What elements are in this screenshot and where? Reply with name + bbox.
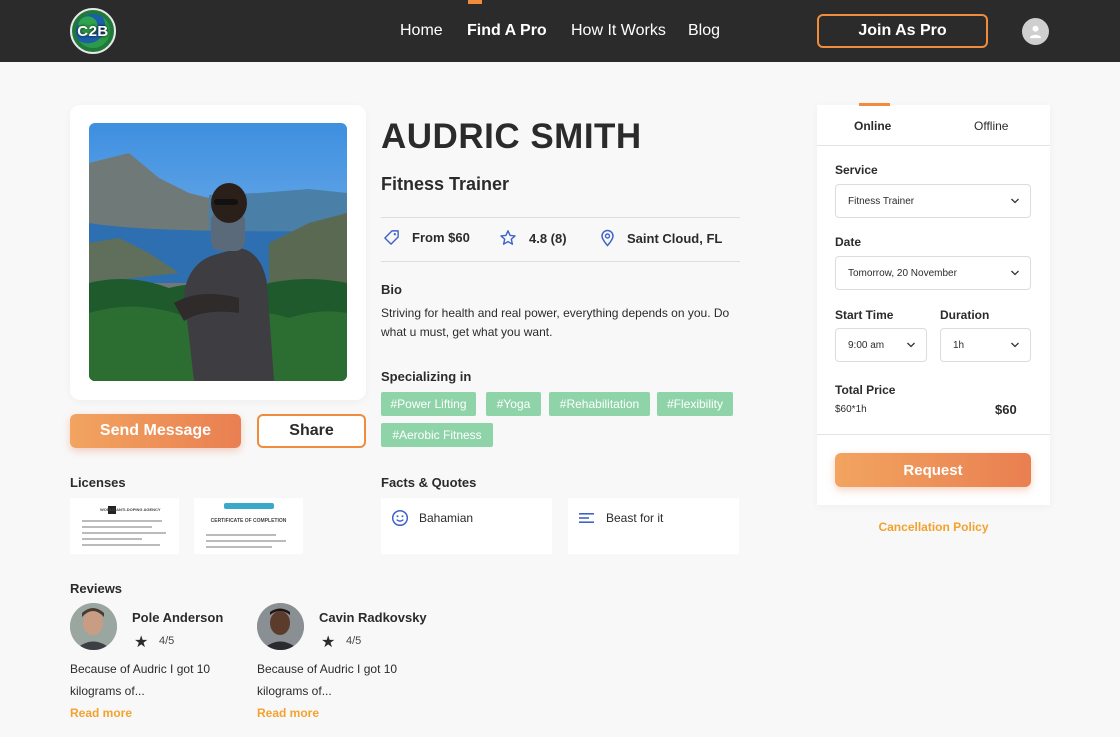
tab-offline[interactable]: Offline <box>974 119 1008 133</box>
review-text: Because of Audric I got 10 kilograms of.… <box>70 662 211 698</box>
divider <box>381 261 740 262</box>
specializing-heading: Specializing in <box>381 369 472 384</box>
license-title: WORLD ANTI-DOPING AGENCY <box>100 507 161 512</box>
review-rating: 4/5 <box>346 635 362 647</box>
rating-text: 4.8 (8) <box>529 230 567 246</box>
rating-info: 4.8 (8) <box>499 229 567 247</box>
read-more-link[interactable]: Read more <box>70 706 132 720</box>
total-price-label: Total Price <box>835 383 896 397</box>
chevron-down-icon <box>1011 198 1019 204</box>
divider <box>817 434 1050 435</box>
profile-photo <box>89 123 347 381</box>
price-info: From $60 <box>383 229 470 246</box>
specialty-tag[interactable]: #Aerobic Fitness <box>381 423 493 447</box>
certificate-logo <box>224 503 274 509</box>
duration-value: 1h <box>953 339 965 351</box>
read-more-link[interactable]: Read more <box>257 706 319 720</box>
duration-label: Duration <box>940 308 990 322</box>
nav-find-a-pro[interactable]: Find A Pro <box>467 0 547 62</box>
bio-text: Striving for health and real power, ever… <box>381 306 730 339</box>
reviewer-name: Pole Anderson <box>132 610 224 625</box>
reviews-heading: Reviews <box>70 581 123 596</box>
logo-text: C2B <box>77 22 109 40</box>
nav-blog[interactable]: Blog <box>688 0 720 62</box>
specialty-tag[interactable]: #Flexibility <box>657 392 733 416</box>
join-as-pro-button[interactable]: Join As Pro <box>817 14 988 48</box>
date-value: Tomorrow, 20 November <box>848 267 957 279</box>
specialty-tag[interactable]: #Rehabilitation <box>549 392 650 416</box>
review-text: Because of Audric I got 10 kilograms of.… <box>257 662 398 698</box>
start-time-select[interactable]: 9:00 am <box>835 328 927 362</box>
chevron-down-icon <box>1011 342 1019 348</box>
review-rating: 4/5 <box>159 635 175 647</box>
price-calculation: $60*1h <box>835 404 867 415</box>
license-document[interactable]: WORLD ANTI-DOPING AGENCY <box>70 498 179 554</box>
location-text: Saint Cloud, FL <box>627 230 723 246</box>
chevron-down-icon <box>907 342 915 348</box>
send-message-button[interactable]: Send Message <box>70 414 241 448</box>
specialty-tag[interactable]: #Power Lifting <box>381 392 476 416</box>
license-title: CERTIFICATE OF COMPLETION <box>210 518 287 524</box>
user-icon <box>1029 25 1042 39</box>
pro-name: AUDRIC SMITH <box>381 117 642 156</box>
fact-text: Beast for it <box>606 511 664 525</box>
active-tab-indicator <box>859 103 890 106</box>
profile-photo-card <box>70 105 366 400</box>
divider <box>381 217 740 218</box>
reviewer-avatar[interactable] <box>70 603 117 650</box>
service-value: Fitness Trainer <box>848 195 915 207</box>
text-lines-icon <box>579 513 594 523</box>
service-label: Service <box>835 163 878 177</box>
total-price: $60 <box>995 402 1017 417</box>
location-info: Saint Cloud, FL <box>600 229 722 247</box>
location-pin-icon <box>601 229 614 247</box>
star-outline-icon <box>500 230 516 245</box>
bio-heading: Bio <box>381 282 402 297</box>
smile-icon <box>391 509 409 527</box>
reviewer-avatar[interactable] <box>257 603 304 650</box>
start-time-label: Start Time <box>835 308 894 322</box>
fact-card: Beast for it <box>568 498 739 554</box>
price-text: From $60 <box>412 230 470 245</box>
facts-heading: Facts & Quotes <box>381 475 477 490</box>
top-navigation-bar: C2B Home Find A Pro How It Works Blog Jo… <box>0 0 1120 62</box>
logo[interactable]: C2B <box>70 8 116 54</box>
fact-card: Bahamian <box>381 498 552 554</box>
fact-text: Bahamian <box>419 511 474 525</box>
tab-online[interactable]: Online <box>854 119 891 133</box>
license-document[interactable]: CERTIFICATE OF COMPLETION <box>194 498 303 554</box>
start-time-value: 9:00 am <box>848 339 885 351</box>
date-select[interactable]: Tomorrow, 20 November <box>835 256 1031 290</box>
cancellation-policy-link[interactable]: Cancellation Policy <box>817 520 1050 534</box>
nav-how-it-works[interactable]: How It Works <box>571 0 666 62</box>
date-label: Date <box>835 235 862 249</box>
reviewer-name: Cavin Radkovsky <box>319 610 427 625</box>
specialty-tag[interactable]: #Yoga <box>486 392 541 416</box>
licenses-heading: Licenses <box>70 475 126 490</box>
request-button[interactable]: Request <box>835 453 1031 487</box>
price-tag-icon <box>384 230 399 245</box>
star-icon: ★ <box>134 634 149 651</box>
nav-home[interactable]: Home <box>400 0 443 62</box>
pro-title: Fitness Trainer <box>381 174 510 194</box>
chevron-down-icon <box>1011 270 1019 276</box>
user-avatar-button[interactable] <box>1022 18 1049 45</box>
divider <box>817 145 1050 146</box>
service-select[interactable]: Fitness Trainer <box>835 184 1031 218</box>
duration-select[interactable]: 1h <box>940 328 1031 362</box>
star-icon: ★ <box>321 634 336 651</box>
share-button[interactable]: Share <box>257 414 366 448</box>
